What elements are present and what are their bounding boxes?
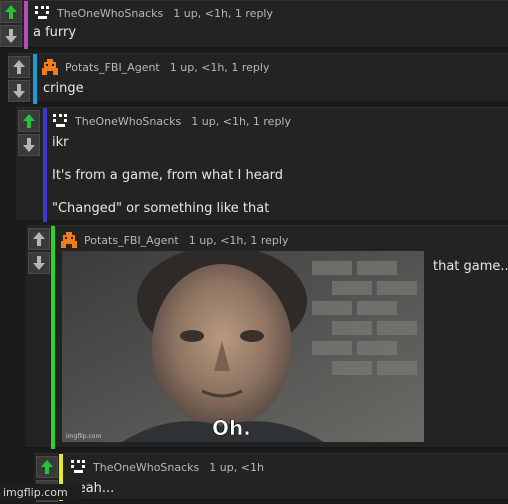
- comment-header: TheOneWhoSnacks 1 up, <1h: [69, 458, 264, 476]
- downvote-button[interactable]: [8, 80, 30, 102]
- thread-bar: [33, 54, 37, 104]
- arrow-down-icon: [33, 256, 45, 270]
- arrow-down-icon: [5, 29, 17, 43]
- vote-column: [18, 110, 40, 158]
- comment-header: Potats_FBI_Agent 1 up, <1h, 1 reply: [41, 58, 269, 76]
- comment-header: TheOneWhoSnacks 1 up, <1h, 1 reply: [51, 112, 291, 130]
- arrow-up-icon: [13, 60, 25, 74]
- comment-text: cringe: [43, 81, 84, 96]
- upvote-button[interactable]: [36, 456, 58, 478]
- downvote-button[interactable]: [18, 134, 40, 156]
- comment-text-line: It's from a game, from what I heard: [52, 168, 284, 183]
- comment-header: Potats_FBI_Agent 1 up, <1h, 1 reply: [60, 231, 288, 249]
- vote-column: [0, 1, 22, 49]
- comment-text: a furry: [33, 25, 77, 40]
- upvote-button[interactable]: [18, 110, 40, 132]
- pixel-face-avatar: [69, 458, 87, 476]
- username[interactable]: TheOneWhoSnacks: [93, 461, 199, 474]
- arrow-down-icon: [23, 138, 35, 152]
- meme-photo: Oh. imgflip.com: [62, 251, 424, 442]
- orange-robot-avatar: [60, 231, 78, 249]
- comment-meta: 1 up, <1h, 1 reply: [169, 60, 270, 74]
- arrow-down-icon: [13, 84, 25, 98]
- comment-text-line: ikr: [52, 135, 69, 150]
- downvote-button[interactable]: [0, 25, 22, 47]
- upvote-button[interactable]: [28, 228, 50, 250]
- arrow-up-icon: [5, 5, 17, 19]
- arrow-up-icon: [23, 114, 35, 128]
- vote-column: [8, 56, 30, 104]
- comment-5: TheOneWhoSnacks 1 up, <1h yeah...: [34, 453, 508, 502]
- thread-bar: [51, 226, 55, 449]
- arrow-up-icon: [41, 460, 53, 474]
- upvote-button[interactable]: [0, 1, 22, 23]
- comment-header: TheOneWhoSnacks 1 up, <1h, 1 reply: [33, 4, 273, 22]
- comment-meta: 1 up, <1h, 1 reply: [173, 6, 273, 20]
- thread-bar: [24, 1, 28, 49]
- username[interactable]: TheOneWhoSnacks: [75, 115, 181, 128]
- comment-text-line: "Changed" or something like that: [52, 201, 270, 216]
- vote-column: [28, 228, 50, 276]
- comment-meta: 1 up, <1h, 1 reply: [191, 114, 291, 128]
- arrow-up-icon: [33, 232, 45, 246]
- username[interactable]: Potats_FBI_Agent: [65, 61, 160, 74]
- downvote-button[interactable]: [28, 252, 50, 274]
- orange-robot-avatar: [41, 58, 59, 76]
- username[interactable]: TheOneWhoSnacks: [57, 7, 163, 20]
- comment-text: that game...: [433, 259, 508, 274]
- comment-2: Potats_FBI_Agent 1 up, <1h, 1 reply crin…: [8, 53, 508, 104]
- comment-3: TheOneWhoSnacks 1 up, <1h, 1 reply ikr I…: [16, 107, 508, 222]
- image-watermark: imgflip.com: [66, 433, 101, 440]
- comment-meta: 1 up, <1h: [209, 460, 264, 474]
- thread-bar: [43, 108, 47, 222]
- site-watermark: imgflip.com: [0, 484, 82, 500]
- username[interactable]: Potats_FBI_Agent: [84, 234, 179, 247]
- pixel-face-avatar: [33, 4, 51, 22]
- upvote-button[interactable]: [8, 56, 30, 78]
- comment-meta: 1 up, <1h, 1 reply: [188, 233, 289, 247]
- meme-caption: Oh.: [212, 416, 251, 440]
- comment-1: TheOneWhoSnacks 1 up, <1h, 1 reply a fur…: [0, 0, 508, 49]
- pixel-face-avatar: [51, 112, 69, 130]
- meme-image[interactable]: Oh. imgflip.com: [62, 251, 424, 442]
